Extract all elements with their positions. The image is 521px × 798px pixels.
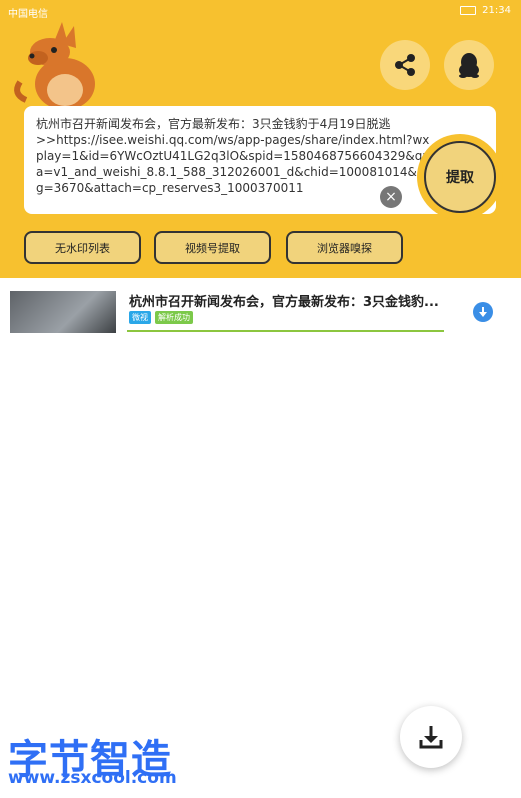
qq-penguin-icon [459, 53, 479, 78]
download-fab[interactable] [400, 706, 462, 768]
battery-icon [460, 6, 477, 15]
status-bar: 中国电信 21:34 [0, 0, 521, 22]
share-button[interactable] [380, 40, 430, 90]
carrier-label: 中国电信 [8, 9, 48, 20]
watermark-url: www.zsxcool.com [8, 768, 177, 788]
status-right: 21:34 [460, 5, 511, 16]
header-panel: 杭州市召开新闻发布会，官方最新发布：3只金钱豹于4月19日脱逃 >>https:… [0, 0, 521, 278]
close-icon: × [385, 189, 397, 205]
kangaroo-mascot-icon [14, 22, 95, 108]
download-icon [479, 307, 487, 317]
download-progress-bar [127, 330, 444, 332]
video-thumbnail[interactable] [10, 291, 116, 333]
channel-extract-button[interactable]: 视频号提取 [154, 231, 271, 264]
source-tag: 微视 [129, 311, 151, 324]
clear-button[interactable]: × [380, 186, 402, 208]
browser-sniff-button[interactable]: 浏览器嗅探 [286, 231, 403, 264]
item-download-button[interactable] [473, 302, 493, 322]
share-icon [395, 54, 415, 76]
item-title: 杭州市召开新闻发布会，官方最新发布：3只金钱豹... [129, 295, 439, 310]
list-item[interactable]: 杭州市召开新闻发布会，官方最新发布：3只金钱豹... 微视 解析成功 [0, 278, 521, 338]
status-tag: 解析成功 [155, 311, 193, 324]
no-watermark-list-button[interactable]: 无水印列表 [24, 231, 141, 264]
qq-button[interactable] [444, 40, 494, 90]
download-icon [419, 726, 443, 749]
link-input-text[interactable]: 杭州市召开新闻发布会，官方最新发布：3只金钱豹于4月19日脱逃 >>https:… [36, 116, 436, 200]
clock: 21:34 [482, 5, 511, 16]
extract-button[interactable]: 提取 [424, 141, 496, 213]
